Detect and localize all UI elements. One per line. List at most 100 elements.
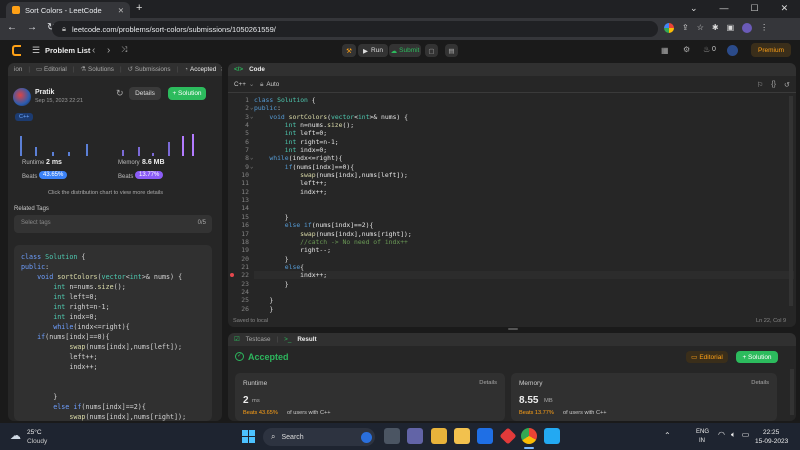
language-select[interactable]: C++ ⌄	[234, 81, 254, 88]
code-line[interactable]: indx++;	[254, 271, 784, 279]
memory-card[interactable]: Memory Details 8.55 MB Beats 13.77% of u…	[511, 373, 777, 421]
settings-gear-icon[interactable]: ⚙	[683, 45, 690, 54]
code-line[interactable]: left++;	[254, 179, 784, 187]
add-solution-button[interactable]: + Solution	[168, 87, 206, 100]
editor-scrollbar[interactable]	[789, 96, 793, 306]
code-line[interactable]: int indx=0;	[254, 146, 784, 154]
code-line[interactable]: int n=nums.size();	[254, 121, 784, 129]
submission-user[interactable]: Pratik	[35, 89, 54, 96]
code-line[interactable]: public:	[254, 104, 784, 112]
shuffle-icon[interactable]: ⤨	[121, 45, 127, 55]
problem-list-link[interactable]: Problem List	[45, 46, 90, 55]
code-line[interactable]: }	[254, 280, 784, 288]
result-scrollbar[interactable]	[790, 369, 794, 415]
code-line[interactable]: swap(nums[indx],nums[left]);	[254, 171, 784, 179]
clock-time[interactable]: 22:25	[763, 429, 779, 436]
code-line[interactable]	[254, 196, 784, 204]
submission-avatar[interactable]	[13, 88, 31, 106]
tab-solutions[interactable]: ⚗ Solutions	[80, 66, 114, 73]
tray-icons[interactable]: ◠ 🔈︎ ▭	[718, 430, 749, 440]
weather-temp[interactable]: 25°C	[27, 429, 42, 436]
details-button[interactable]: Details	[129, 87, 161, 100]
submit-button[interactable]: ☁ Submit	[389, 44, 421, 57]
teams-icon[interactable]	[407, 428, 423, 444]
tab-close-icon[interactable]: ✕	[118, 6, 124, 15]
resize-handle[interactable]	[508, 328, 518, 330]
code-line[interactable]	[254, 288, 784, 296]
format-icon[interactable]: {}	[771, 81, 776, 89]
chrome-menu-icon[interactable]: ⋮	[760, 23, 768, 33]
forward-icon[interactable]: →	[27, 22, 37, 33]
code-line[interactable]: //catch -> No need of indx++	[254, 238, 784, 246]
code-line[interactable]: else if(nums[indx]==2){	[254, 221, 784, 229]
tray-chevron-icon[interactable]: ⌃	[664, 431, 671, 440]
code-line[interactable]: if(nums[indx]==0){	[254, 163, 784, 171]
weather-cloud-icon[interactable]: ☁	[10, 429, 21, 442]
layout-icon[interactable]: ▦	[661, 46, 669, 55]
code-line[interactable]: }	[254, 213, 784, 221]
code-line[interactable]: }	[254, 296, 784, 304]
fold-icon[interactable]: ⌄	[250, 104, 253, 112]
maximize-icon[interactable]: ☐	[751, 3, 759, 14]
editorial-button[interactable]: ▭ Editorial	[686, 351, 728, 363]
profile-avatar-icon[interactable]	[742, 23, 753, 33]
close-window-icon[interactable]: ✕	[781, 3, 789, 14]
extensions-icon[interactable]: ✱	[712, 23, 719, 33]
fold-icon[interactable]: ⌄	[250, 154, 253, 162]
task-view-icon[interactable]	[384, 428, 400, 444]
tab-testcase[interactable]: Testcase	[246, 336, 271, 343]
code-line[interactable]: while(indx<=right){	[254, 154, 784, 162]
leetcode-logo-icon[interactable]	[12, 45, 21, 56]
auto-mode[interactable]: 🔒︎ Auto	[260, 81, 279, 89]
taskbar-search[interactable]: ⌕ Search	[263, 428, 375, 446]
code-line[interactable]: right--;	[254, 246, 784, 254]
tab-result[interactable]: Result	[297, 336, 316, 343]
file-explorer-icon[interactable]	[431, 428, 447, 444]
next-problem-icon[interactable]: ›	[107, 45, 110, 56]
share-icon[interactable]: ⇪	[682, 23, 689, 33]
lock-icon[interactable]: 🔒︎	[62, 24, 66, 34]
debug-button[interactable]: ⚒	[342, 44, 356, 57]
vscode-icon[interactable]	[544, 428, 560, 444]
code-line[interactable]	[254, 204, 784, 212]
code-line[interactable]: int left=0;	[254, 129, 784, 137]
fold-icon[interactable]: ⌄	[250, 163, 253, 171]
fold-icon[interactable]: ⌄	[250, 113, 253, 121]
reset-icon[interactable]: ↺	[784, 81, 790, 89]
code-line[interactable]: swap(nums[indx],nums[right]);	[254, 230, 784, 238]
code-line[interactable]: indx++;	[254, 188, 784, 196]
runtime-details-link[interactable]: Details	[479, 380, 497, 386]
minimize-icon[interactable]: —	[720, 3, 729, 14]
tab-search-icon[interactable]: ⌄	[690, 3, 698, 14]
url-field[interactable]: 🔒︎ leetcode.com/problems/sort-colors/sub…	[52, 21, 658, 37]
tab-editorial[interactable]: ▭ Editorial	[36, 66, 67, 73]
browser-tab[interactable]: Sort Colors - LeetCode ✕	[6, 2, 130, 18]
code-line[interactable]: class Solution {	[254, 96, 784, 104]
prev-problem-icon[interactable]: ‹	[92, 45, 95, 56]
memory-distribution-chart[interactable]	[118, 126, 200, 156]
run-button[interactable]: ▶ Run	[358, 44, 388, 57]
code-line[interactable]: }	[254, 255, 784, 263]
folder-icon[interactable]	[454, 428, 470, 444]
code-line[interactable]: int right=n-1;	[254, 138, 784, 146]
editor-code[interactable]: class Solution {public: void sortColors(…	[254, 96, 784, 318]
problem-list-icon[interactable]: ☰	[32, 45, 40, 56]
runtime-distribution-chart[interactable]	[16, 126, 98, 156]
start-icon[interactable]	[242, 430, 255, 443]
chrome-icon[interactable]	[521, 428, 537, 444]
bookmark-star-icon[interactable]: ☆	[697, 23, 704, 33]
code-line[interactable]: void sortColors(vector<int>& nums) {	[254, 113, 784, 121]
runtime-card[interactable]: Runtime Details 2 ms Beats 43.65% of use…	[235, 373, 505, 421]
bookmark-icon[interactable]: ⚐	[757, 81, 763, 89]
result-solution-button[interactable]: + Solution	[736, 351, 778, 363]
tab-accepted[interactable]: ◔Accepted✕	[184, 66, 222, 73]
sidebar-icon[interactable]: ▣	[727, 23, 735, 33]
premium-button[interactable]: Premium	[751, 43, 791, 57]
select-tags-field[interactable]: Select tags 0/5	[14, 215, 212, 233]
code-line[interactable]: else{	[254, 263, 784, 271]
reload-submission-icon[interactable]: ↻	[116, 88, 124, 99]
tab-close-icon[interactable]: ✕	[220, 66, 222, 73]
new-tab-icon[interactable]: +	[136, 2, 142, 14]
dropbox-icon[interactable]	[477, 428, 493, 444]
breakpoint-dot[interactable]	[230, 273, 234, 277]
